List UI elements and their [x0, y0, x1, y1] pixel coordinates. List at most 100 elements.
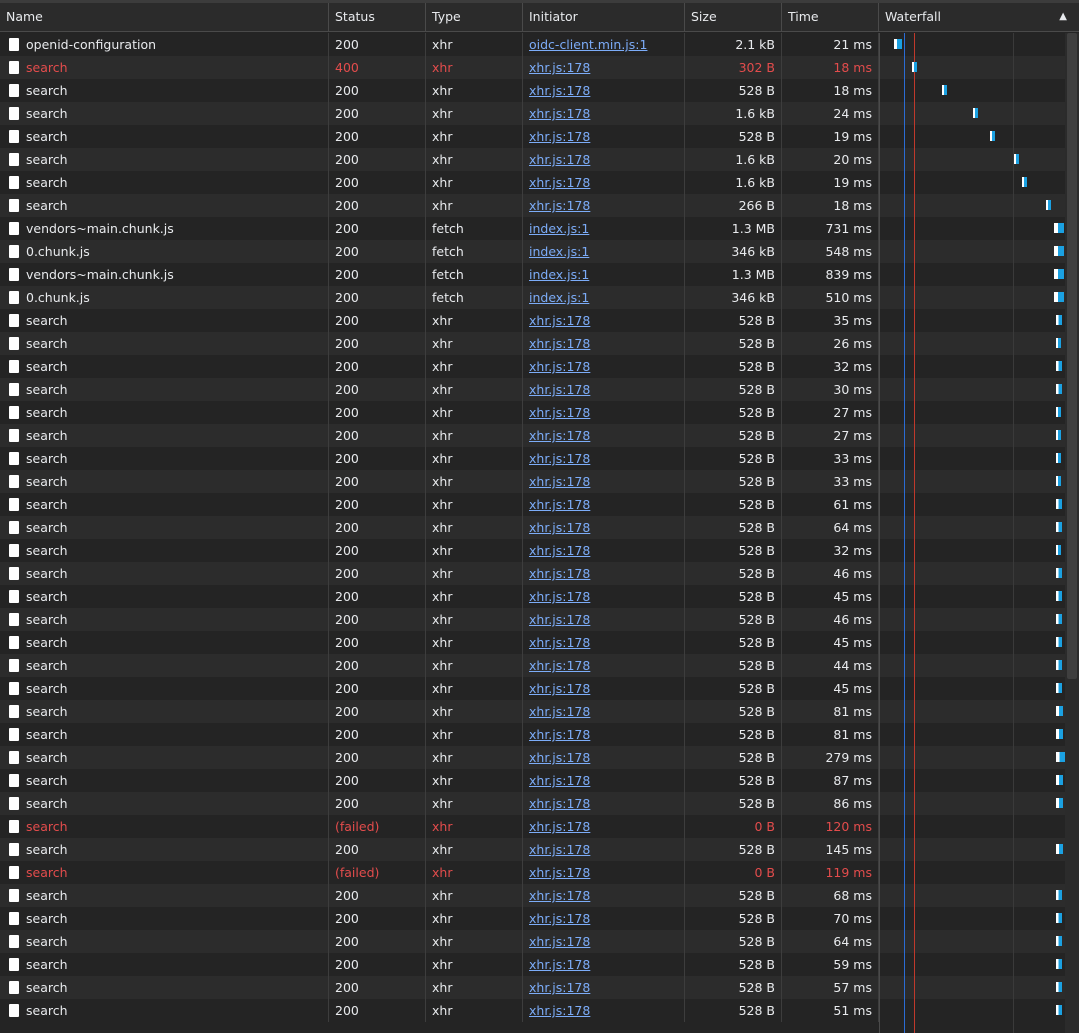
request-row[interactable]: search 200 xhr xhr.js:178 266 B 18 ms [0, 194, 879, 217]
request-name-cell[interactable]: search [0, 999, 329, 1022]
request-row[interactable]: search 200 xhr xhr.js:178 528 B 45 ms [0, 677, 879, 700]
waterfall-bar[interactable] [1022, 177, 1027, 187]
request-name-cell[interactable]: search [0, 907, 329, 930]
waterfall-bar[interactable] [1056, 591, 1062, 601]
request-row[interactable]: search 200 xhr xhr.js:178 528 B 279 ms [0, 746, 879, 769]
column-header-type[interactable]: Type [426, 3, 523, 31]
initiator-link[interactable]: xhr.js:178 [529, 359, 590, 374]
request-name-cell[interactable]: search [0, 677, 329, 700]
request-name-cell[interactable]: search [0, 194, 329, 217]
initiator-link[interactable]: xhr.js:178 [529, 152, 590, 167]
request-row[interactable]: search 200 xhr xhr.js:178 528 B 70 ms [0, 907, 879, 930]
waterfall-bar[interactable] [1054, 246, 1064, 256]
initiator-link[interactable]: index.js:1 [529, 267, 589, 282]
waterfall-bar[interactable] [1056, 798, 1063, 808]
request-row[interactable]: search 200 xhr xhr.js:178 528 B 86 ms [0, 792, 879, 815]
request-row[interactable]: vendors~main.chunk.js 200 fetch index.js:1 1… [0, 263, 879, 286]
initiator-link[interactable]: xhr.js:178 [529, 589, 590, 604]
initiator-link[interactable]: xhr.js:178 [529, 842, 590, 857]
initiator-link[interactable]: xhr.js:178 [529, 106, 590, 121]
column-header-time[interactable]: Time [782, 3, 879, 31]
request-row[interactable]: search 400 xhr xhr.js:178 302 B 18 ms [0, 56, 879, 79]
waterfall-bar[interactable] [1056, 844, 1063, 854]
request-row[interactable]: search 200 xhr xhr.js:178 1.6 kB 24 ms [0, 102, 879, 125]
request-name-cell[interactable]: openid-configuration [0, 33, 329, 56]
request-row[interactable]: search 200 xhr xhr.js:178 528 B 45 ms [0, 585, 879, 608]
waterfall-bar[interactable] [1056, 1005, 1062, 1015]
request-name-cell[interactable]: search [0, 654, 329, 677]
request-row[interactable]: search 200 xhr xhr.js:178 528 B 33 ms [0, 447, 879, 470]
initiator-link[interactable]: xhr.js:178 [529, 336, 590, 351]
initiator-link[interactable]: xhr.js:178 [529, 520, 590, 535]
initiator-link[interactable]: xhr.js:178 [529, 543, 590, 558]
waterfall-bar[interactable] [1056, 407, 1061, 417]
request-row[interactable]: search 200 xhr xhr.js:178 528 B 81 ms [0, 700, 879, 723]
request-row[interactable]: search 200 xhr xhr.js:178 528 B 18 ms [0, 79, 879, 102]
waterfall-bar[interactable] [1056, 890, 1062, 900]
initiator-link[interactable]: xhr.js:178 [529, 451, 590, 466]
request-name-cell[interactable]: search [0, 539, 329, 562]
request-row[interactable]: search 200 xhr xhr.js:178 528 B 61 ms [0, 493, 879, 516]
column-header-name[interactable]: Name [0, 3, 329, 31]
waterfall-bar[interactable] [912, 62, 917, 72]
waterfall-bar[interactable] [1054, 269, 1064, 279]
request-row[interactable]: search 200 xhr xhr.js:178 528 B 30 ms [0, 378, 879, 401]
waterfall-bar[interactable] [1056, 982, 1062, 992]
request-name-cell[interactable]: search [0, 401, 329, 424]
initiator-link[interactable]: xhr.js:178 [529, 382, 590, 397]
request-name-cell[interactable]: search [0, 815, 329, 838]
waterfall-bar[interactable] [894, 39, 902, 49]
request-row[interactable]: search 200 xhr xhr.js:178 528 B 33 ms [0, 470, 879, 493]
initiator-link[interactable]: oidc-client.min.js:1 [529, 37, 647, 52]
request-name-cell[interactable]: search [0, 125, 329, 148]
waterfall-bar[interactable] [1056, 384, 1062, 394]
request-row[interactable]: search 200 xhr xhr.js:178 528 B 32 ms [0, 539, 879, 562]
request-name-cell[interactable]: search [0, 424, 329, 447]
request-name-cell[interactable]: search [0, 378, 329, 401]
initiator-link[interactable]: xhr.js:178 [529, 60, 590, 75]
vertical-scrollbar[interactable] [1065, 33, 1079, 1033]
waterfall-bar[interactable] [1056, 430, 1061, 440]
initiator-link[interactable]: index.js:1 [529, 244, 589, 259]
request-row[interactable]: search 200 xhr xhr.js:178 528 B 64 ms [0, 930, 879, 953]
initiator-link[interactable]: xhr.js:178 [529, 497, 590, 512]
initiator-link[interactable]: xhr.js:178 [529, 911, 590, 926]
request-name-cell[interactable]: search [0, 355, 329, 378]
column-header-size[interactable]: Size [685, 3, 782, 31]
column-header-waterfall[interactable]: Waterfall ▲ [879, 3, 1079, 31]
request-name-cell[interactable]: search [0, 447, 329, 470]
request-row[interactable]: search (failed) xhr xhr.js:178 0 B 119 ms [0, 861, 879, 884]
request-row[interactable]: search 200 xhr xhr.js:178 528 B 44 ms [0, 654, 879, 677]
initiator-link[interactable]: xhr.js:178 [529, 635, 590, 650]
request-name-cell[interactable]: search [0, 631, 329, 654]
request-name-cell[interactable]: search [0, 792, 329, 815]
initiator-link[interactable]: xhr.js:178 [529, 612, 590, 627]
waterfall-bar[interactable] [1014, 154, 1019, 164]
initiator-link[interactable]: xhr.js:178 [529, 198, 590, 213]
waterfall-bar[interactable] [1056, 683, 1062, 693]
request-row[interactable]: vendors~main.chunk.js 200 fetch index.js:1 1… [0, 217, 879, 240]
initiator-link[interactable]: xhr.js:178 [529, 129, 590, 144]
request-row[interactable]: search 200 xhr xhr.js:178 1.6 kB 19 ms [0, 171, 879, 194]
initiator-link[interactable]: xhr.js:178 [529, 750, 590, 765]
waterfall-bar[interactable] [1056, 660, 1062, 670]
initiator-link[interactable]: xhr.js:178 [529, 865, 590, 880]
waterfall-bar[interactable] [1046, 200, 1051, 210]
initiator-link[interactable]: index.js:1 [529, 221, 589, 236]
request-row[interactable]: search 200 xhr xhr.js:178 528 B 32 ms [0, 355, 879, 378]
request-name-cell[interactable]: search [0, 79, 329, 102]
request-row[interactable]: 0.chunk.js 200 fetch index.js:1 346 kB 510 ms [0, 286, 879, 309]
initiator-link[interactable]: xhr.js:178 [529, 681, 590, 696]
column-header-status[interactable]: Status [329, 3, 426, 31]
column-header-initiator[interactable]: Initiator [523, 3, 685, 31]
initiator-link[interactable]: index.js:1 [529, 290, 589, 305]
initiator-link[interactable]: xhr.js:178 [529, 796, 590, 811]
request-name-cell[interactable]: search [0, 309, 329, 332]
waterfall-bar[interactable] [1056, 568, 1062, 578]
waterfall-bar[interactable] [990, 131, 995, 141]
request-name-cell[interactable]: search [0, 769, 329, 792]
waterfall-bar[interactable] [1054, 223, 1064, 233]
request-row[interactable]: search 200 xhr xhr.js:178 528 B 59 ms [0, 953, 879, 976]
triangle-up-icon[interactable]: ▲ [1059, 3, 1067, 31]
request-row[interactable]: search 200 xhr xhr.js:178 528 B 81 ms [0, 723, 879, 746]
